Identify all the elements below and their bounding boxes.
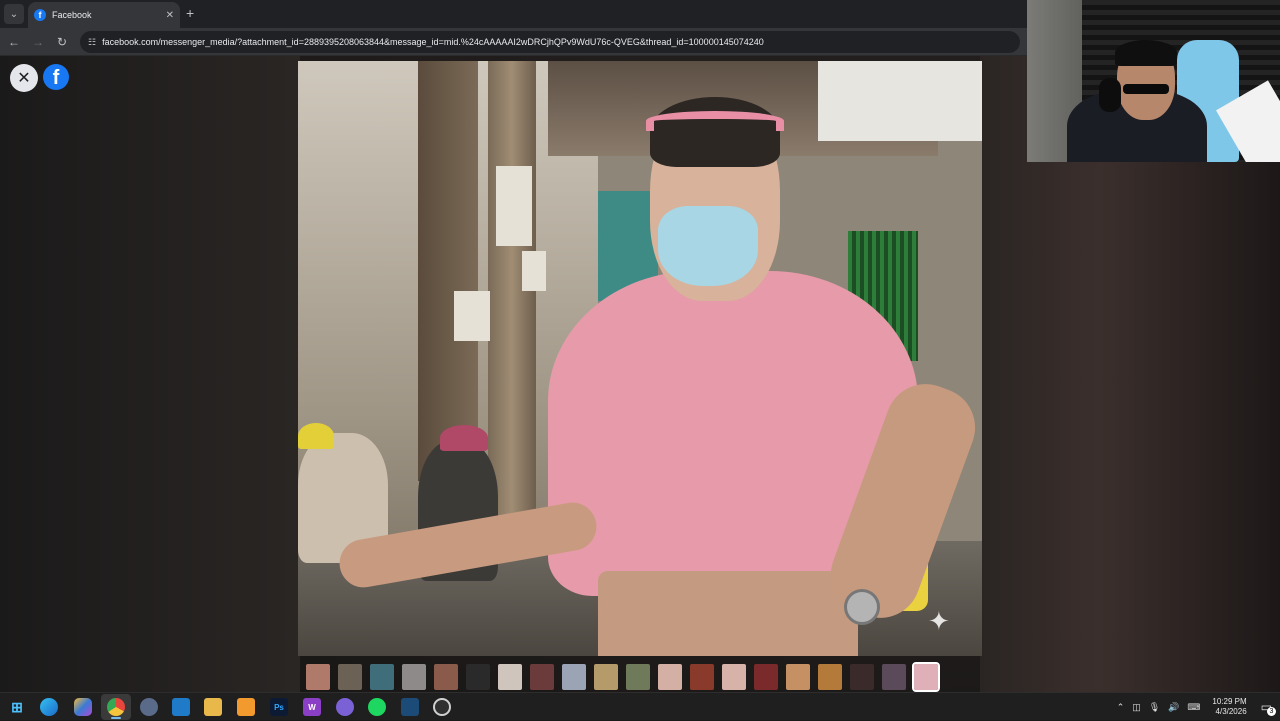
thumbnail[interactable] — [402, 664, 426, 690]
thumbnail-strip — [306, 662, 940, 692]
copilot-icon[interactable] — [74, 698, 92, 716]
thumbnail[interactable] — [466, 664, 490, 690]
thumbnail[interactable] — [754, 664, 778, 690]
notification-badge: 3 — [1267, 707, 1276, 716]
back-arrow-icon[interactable]: ← — [6, 34, 22, 50]
file-explorer-icon[interactable] — [204, 698, 222, 716]
site-info-icon[interactable]: ☷ — [88, 37, 96, 48]
thumbnail[interactable] — [562, 664, 586, 690]
thumbnail[interactable] — [818, 664, 842, 690]
thumbnail[interactable] — [786, 664, 810, 690]
sublime-icon[interactable] — [237, 698, 255, 716]
tab-search-button[interactable]: ⌄ — [4, 4, 24, 24]
tab-close-icon[interactable]: ✕ — [166, 10, 174, 21]
blurred-background-left — [0, 56, 300, 692]
main-photo: ✦ — [298, 61, 982, 656]
thumbnail[interactable] — [722, 664, 746, 690]
facebook-favicon-icon: f — [34, 9, 46, 21]
tab-title: Facebook — [52, 10, 92, 20]
thumbnail[interactable] — [882, 664, 906, 690]
thumbnail[interactable] — [370, 664, 394, 690]
thumbnail[interactable] — [594, 664, 618, 690]
app-w-icon[interactable]: W — [303, 698, 321, 716]
obs-icon[interactable] — [433, 698, 451, 716]
keyboard-icon[interactable]: ⌨ — [1187, 702, 1200, 713]
facebook-logo-icon[interactable]: f — [43, 64, 69, 90]
new-tab-button[interactable]: + — [186, 6, 194, 20]
steam-icon[interactable] — [401, 698, 419, 716]
chevron-up-icon[interactable]: ⌃ — [1117, 702, 1125, 713]
thumbnail[interactable] — [498, 664, 522, 690]
thumbnail[interactable] — [912, 662, 940, 692]
thumbnail[interactable] — [658, 664, 682, 690]
thumbnail[interactable] — [530, 664, 554, 690]
chrome-icon[interactable] — [107, 698, 125, 716]
url-text: facebook.com/messenger_media/?attachment… — [102, 37, 764, 47]
taskbar: ⊞ Ps W ⌃ ◫ 🎙 🔊 ⌨ 10:29 PM 4/3/2026 ▭ 3 — [0, 692, 1280, 720]
clock-date: 4/3/2026 — [1215, 707, 1247, 716]
photoshop-icon[interactable]: Ps — [270, 698, 288, 716]
thumbnail[interactable] — [338, 664, 362, 690]
thumbnail[interactable] — [306, 664, 330, 690]
windows-icon[interactable]: ⊞ — [8, 698, 26, 716]
thumbnail[interactable] — [690, 664, 714, 690]
vscode-icon[interactable] — [172, 698, 190, 716]
edge-icon[interactable] — [40, 698, 58, 716]
steam-helper-icon[interactable] — [140, 698, 158, 716]
forward-arrow-icon[interactable]: → — [30, 34, 46, 50]
clock[interactable]: 10:29 PM 4/3/2026 — [1212, 697, 1246, 717]
sparkle-icon: ✦ — [928, 606, 950, 636]
network-icon[interactable]: ◫ — [1132, 702, 1141, 713]
microphone-icon[interactable]: 🎙 — [1149, 702, 1160, 713]
clock-time: 10:29 PM — [1212, 697, 1247, 706]
close-viewer-button[interactable]: ✕ — [10, 64, 38, 92]
spotify-icon[interactable] — [368, 698, 386, 716]
browser-tab-facebook[interactable]: f Facebook ✕ — [28, 2, 180, 28]
system-tray: ⌃ ◫ 🎙 🔊 ⌨ 10:29 PM 4/3/2026 ▭ 3 — [1113, 693, 1280, 721]
volume-icon[interactable]: 🔊 — [1168, 702, 1179, 713]
thumbnail[interactable] — [850, 664, 874, 690]
reload-icon[interactable]: ↻ — [54, 34, 70, 50]
url-bar[interactable]: ☷ facebook.com/messenger_media/?attachme… — [80, 31, 1020, 53]
notification-icon[interactable]: ▭ 3 — [1261, 700, 1276, 716]
webcam-overlay — [1027, 0, 1280, 162]
discord-icon[interactable] — [336, 698, 354, 716]
thumbnail[interactable] — [434, 664, 458, 690]
thumbnail[interactable] — [626, 664, 650, 690]
